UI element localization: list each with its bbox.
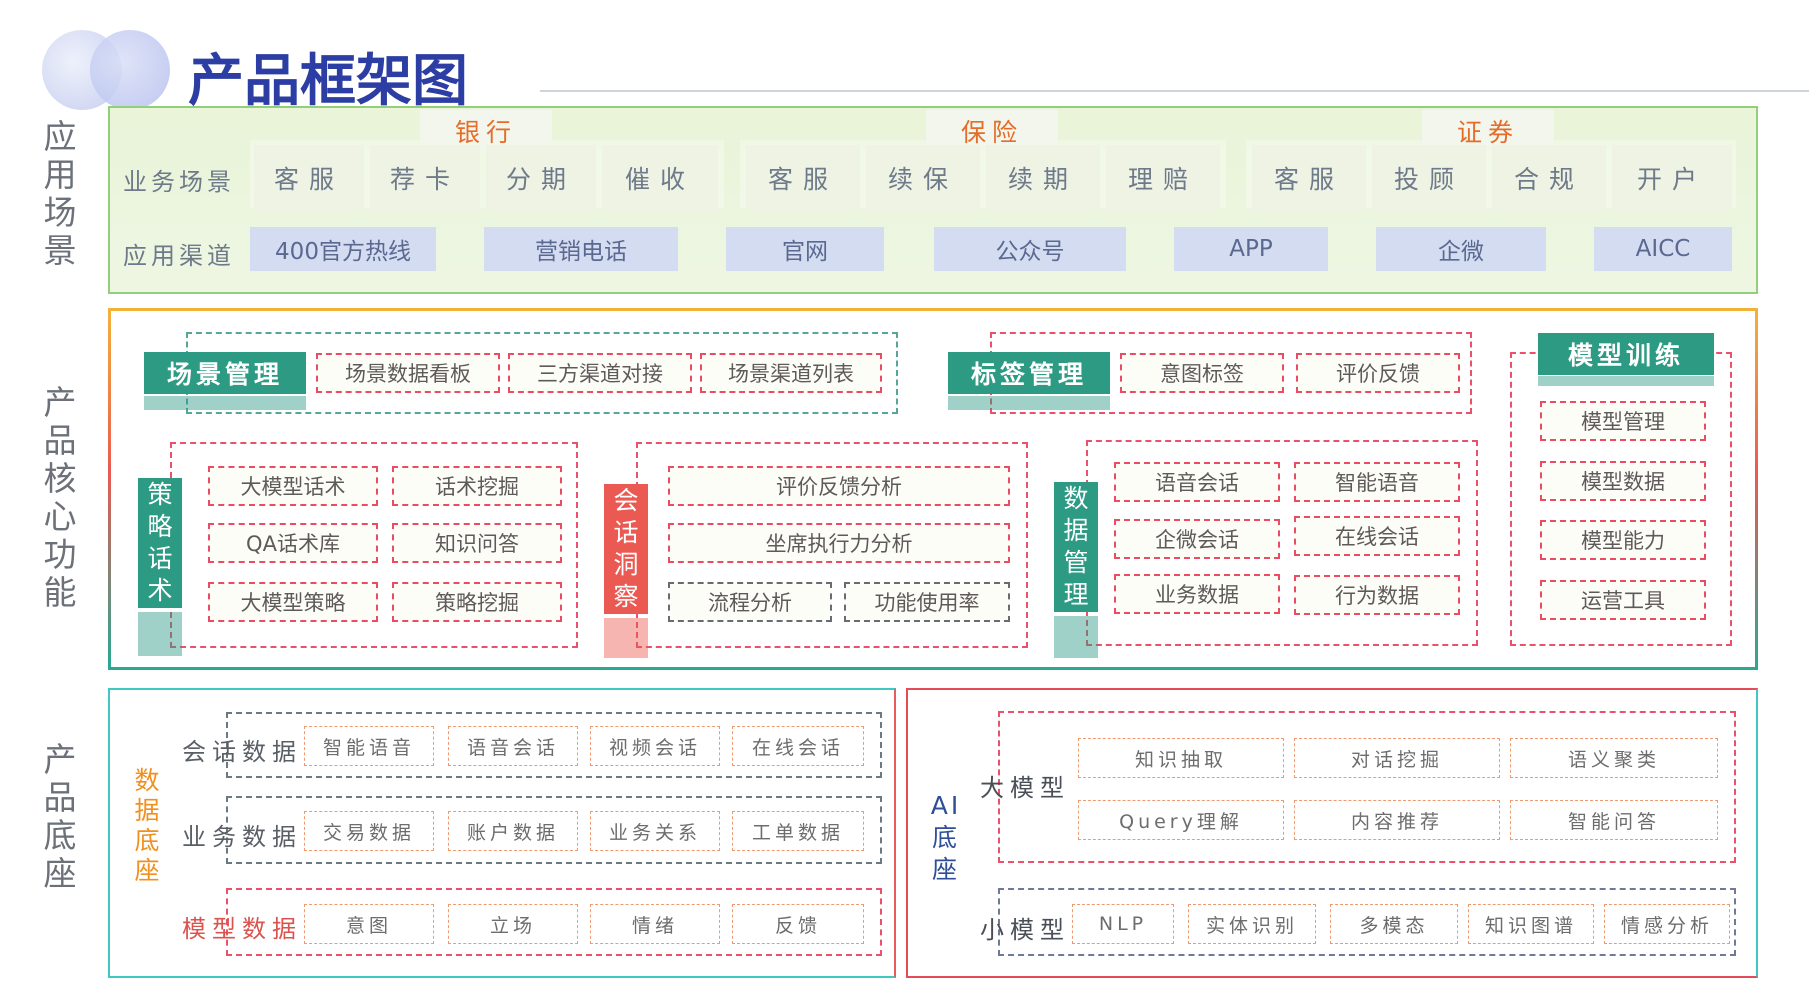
side-label-base: 产品底座 — [43, 740, 77, 893]
insight-item: 功能使用率 — [844, 582, 1010, 622]
large-model-item: Query理解 — [1078, 800, 1284, 840]
data-mgmt-item: 智能语音 — [1294, 462, 1460, 502]
scene-mgmt-item: 场景渠道列表 — [700, 353, 882, 393]
data-item: 工单数据 — [732, 811, 864, 851]
insight-item: 评价反馈分析 — [668, 466, 1010, 506]
strategy-item: 策略挖掘 — [392, 582, 562, 622]
data-mgmt-item: 语音会话 — [1114, 462, 1280, 502]
data-mgmt-label: 数据管理 — [1054, 482, 1098, 612]
scene-item: 理赔 — [1106, 145, 1220, 211]
data-row-label: 会话数据 — [182, 738, 302, 766]
strategy-item: 大模型策略 — [208, 582, 378, 622]
label-reflection — [1054, 616, 1098, 658]
model-train-item: 运营工具 — [1540, 580, 1706, 620]
channel-item: 营销电话 — [484, 227, 678, 271]
row-label-channel: 应用渠道 — [123, 242, 235, 270]
scene-item: 开户 — [1612, 145, 1732, 211]
large-model-item: 智能问答 — [1510, 800, 1718, 840]
data-item: 意图 — [304, 904, 434, 944]
tag-mgmt-label: 标签管理 — [948, 352, 1110, 394]
data-item: 反馈 — [732, 904, 864, 944]
page-title: 产品框架图 — [188, 49, 468, 114]
scene-item: 合规 — [1492, 145, 1606, 211]
data-item: 情绪 — [590, 904, 720, 944]
label-reflection — [604, 618, 648, 658]
scene-mgmt-item: 场景数据看板 — [316, 353, 500, 393]
large-model-label: 大模型 — [980, 774, 1070, 802]
scene-item: 客服 — [1252, 145, 1366, 211]
model-train-item: 模型管理 — [1540, 401, 1706, 441]
model-train-label: 模型训练 — [1538, 333, 1714, 375]
strategy-item: QA话术库 — [208, 523, 378, 563]
small-model-item: NLP — [1072, 904, 1174, 944]
ai-base-label: AI底座 — [930, 791, 962, 884]
small-model-item: 知识图谱 — [1468, 904, 1594, 944]
title-divider — [540, 90, 1809, 92]
data-row-label: 模型数据 — [182, 915, 302, 943]
side-label-app: 应用场景 — [43, 117, 77, 270]
data-row-label: 业务数据 — [182, 823, 302, 851]
strategy-item: 话术挖掘 — [392, 466, 562, 506]
scene-mgmt-label: 场景管理 — [144, 352, 306, 394]
strategy-item: 知识问答 — [392, 523, 562, 563]
scene-item: 客服 — [746, 145, 860, 211]
decor-circle — [90, 30, 170, 110]
model-train-item: 模型能力 — [1540, 520, 1706, 560]
model-train-item: 模型数据 — [1540, 461, 1706, 501]
data-item: 交易数据 — [304, 811, 434, 851]
data-mgmt-item: 业务数据 — [1114, 574, 1280, 614]
data-item: 语音会话 — [448, 726, 578, 766]
data-item: 账户数据 — [448, 811, 578, 851]
label-reflection — [1538, 376, 1714, 386]
large-model-item: 知识抽取 — [1078, 738, 1284, 778]
data-mgmt-item: 行为数据 — [1294, 575, 1460, 615]
label-reflection — [948, 396, 1110, 410]
large-model-group — [998, 711, 1736, 863]
large-model-item: 对话挖掘 — [1294, 738, 1500, 778]
side-label-core: 产品核心功能 — [43, 383, 77, 612]
scene-item: 续期 — [986, 145, 1100, 211]
scene-item: 投顾 — [1372, 145, 1486, 211]
small-model-item: 情感分析 — [1604, 904, 1730, 944]
scene-item: 续保 — [866, 145, 980, 211]
label-reflection — [144, 396, 306, 410]
large-model-item: 语义聚类 — [1510, 738, 1718, 778]
insight-label: 会话洞察 — [604, 484, 648, 614]
channel-item: 400官方热线 — [250, 227, 436, 271]
small-model-item: 多模态 — [1330, 904, 1458, 944]
tag-mgmt-item: 意图标签 — [1120, 353, 1284, 393]
data-item: 业务关系 — [590, 811, 720, 851]
tag-mgmt-item: 评价反馈 — [1296, 353, 1460, 393]
data-mgmt-item: 在线会话 — [1294, 516, 1460, 556]
data-base-label: 数据底座 — [134, 766, 160, 885]
data-mgmt-item: 企微会话 — [1114, 519, 1280, 559]
data-item: 立场 — [448, 904, 578, 944]
row-label-business: 业务场景 — [123, 168, 235, 196]
insight-item: 流程分析 — [668, 582, 832, 622]
scene-item: 催收 — [602, 145, 718, 211]
data-item: 智能语音 — [304, 726, 434, 766]
channel-item: APP — [1174, 227, 1328, 271]
channel-item: 公众号 — [934, 227, 1126, 271]
channel-item: 官网 — [726, 227, 884, 271]
small-model-item: 实体识别 — [1188, 904, 1316, 944]
data-item: 视频会话 — [590, 726, 720, 766]
small-model-label: 小模型 — [980, 916, 1070, 944]
strategy-item: 大模型话术 — [208, 466, 378, 506]
channel-item: 企微 — [1376, 227, 1546, 271]
scene-item: 客服 — [254, 145, 364, 211]
insight-item: 坐席执行力分析 — [668, 523, 1010, 563]
channel-item: AICC — [1594, 227, 1732, 271]
data-item: 在线会话 — [732, 726, 864, 766]
strategy-label: 策略话术 — [138, 478, 182, 608]
scene-item: 分期 — [486, 145, 596, 211]
large-model-item: 内容推荐 — [1294, 800, 1500, 840]
scene-item: 荐卡 — [370, 145, 480, 211]
label-reflection — [138, 612, 182, 656]
scene-mgmt-item: 三方渠道对接 — [508, 353, 692, 393]
